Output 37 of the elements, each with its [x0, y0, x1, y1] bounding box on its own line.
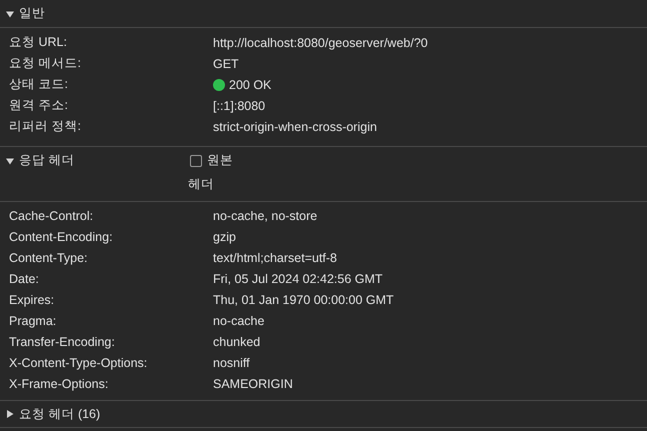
caret-icon	[6, 10, 14, 18]
header-value: text/html;charset=utf-8	[213, 250, 338, 264]
column-header: 헤더	[188, 176, 214, 193]
header-name: Content-Type:	[9, 250, 89, 264]
section-toggle[interactable]: 요청 헤더 (16)	[6, 406, 185, 422]
header-name: 요청 URL:	[9, 34, 68, 51]
header-value: http://localhost:8080/geoserver/web/?0	[213, 36, 428, 50]
header-name: X-Frame-Options:	[9, 376, 110, 390]
header-value: Thu, 01 Jan 1970 00:00:00 GMT	[213, 292, 394, 306]
header-value: GET	[213, 56, 239, 70]
header-name: Content-Encoding:	[9, 230, 114, 244]
header-name: 리퍼러 정책:	[9, 118, 82, 135]
header-value: nosniff	[213, 356, 250, 370]
header-name: X-Content-Type-Options:	[9, 356, 148, 370]
header-name: Transfer-Encoding:	[9, 334, 116, 348]
section-toggle[interactable]: 응답 헤더	[6, 152, 185, 169]
header-value: gzip	[213, 230, 236, 244]
caret-icon	[6, 410, 14, 418]
caret-icon	[6, 156, 14, 164]
header-name: 원격 주소:	[9, 97, 69, 114]
header-name: Date:	[9, 272, 40, 286]
header-value: SAMEORIGIN	[213, 376, 293, 390]
header-name: Pragma:	[9, 314, 58, 328]
header-name: 상태 코드:	[9, 76, 69, 93]
checkbox[interactable]	[190, 154, 202, 166]
header-value: no-cache, no-store	[213, 208, 318, 222]
header-value: [::1]:8080	[213, 98, 266, 112]
header-value: strict-origin-when-cross-origin	[213, 120, 377, 134]
header-value: no-cache	[213, 314, 264, 328]
header-value: Fri, 05 Jul 2024 02:42:56 GMT	[213, 272, 383, 286]
header-name: Expires:	[9, 292, 56, 306]
header-name: Cache-Control:	[9, 208, 94, 222]
header-value: chunked	[213, 334, 260, 348]
header-value: 200 OK	[229, 78, 272, 92]
section-toggle[interactable]: 일반	[6, 5, 185, 22]
checkbox-label: 원본	[207, 152, 233, 169]
header-name: 요청 메서드:	[9, 55, 82, 72]
